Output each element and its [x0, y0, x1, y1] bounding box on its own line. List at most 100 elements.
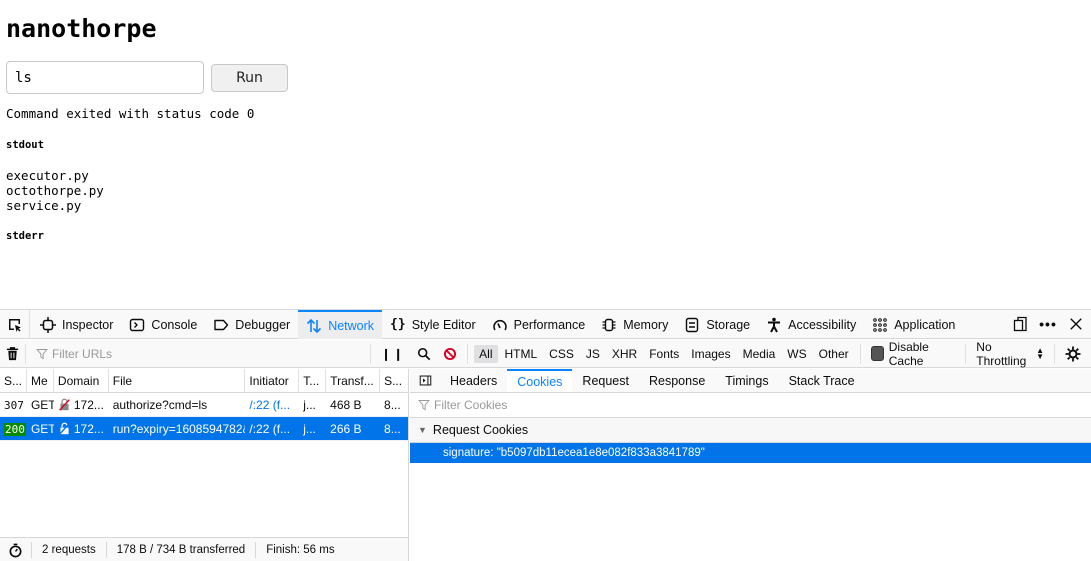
tab-label: Application: [894, 317, 956, 332]
stdout-label: stdout: [6, 139, 44, 151]
type-filter-css[interactable]: CSS: [544, 345, 579, 363]
clear-button[interactable]: [0, 343, 27, 364]
tab-inspector[interactable]: Inspector: [32, 310, 121, 339]
dock-side-button[interactable]: [1011, 315, 1029, 333]
type-filter-ws[interactable]: WS: [782, 345, 811, 363]
tab-timings[interactable]: Timings: [715, 369, 778, 392]
tab-label: Memory: [623, 317, 669, 332]
throttling-select[interactable]: No Throttling ▲ ▼: [966, 340, 1055, 368]
select-arrows-icon: ▲ ▼: [1036, 345, 1044, 361]
toggle-sidebar-button[interactable]: [410, 369, 440, 392]
request-row[interactable]: 307 GET 172... authorize?cmd=ls /:22 (f.…: [0, 393, 408, 417]
filter-icon: [36, 348, 48, 359]
request-cookies-section[interactable]: ▼ Request Cookies: [410, 418, 1091, 443]
type-filter-fonts[interactable]: Fonts: [644, 345, 684, 363]
devtools-tabbar: Inspector Console Debugger Network {} St…: [0, 310, 1091, 339]
tab-style-editor[interactable]: {} Style Editor: [382, 310, 484, 339]
type-filter-media[interactable]: Media: [738, 345, 781, 363]
tab-label: Storage: [706, 317, 751, 332]
tab-request[interactable]: Request: [572, 369, 639, 392]
disable-cache-checkbox[interactable]: Disable Cache: [861, 340, 967, 368]
performance-icon: [492, 319, 507, 330]
type-filter-xhr[interactable]: XHR: [607, 345, 642, 363]
tab-label: Inspector: [62, 317, 114, 332]
type-filter-images[interactable]: Images: [686, 345, 735, 363]
accessibility-icon: [768, 317, 781, 332]
status-code: 200: [4, 422, 26, 436]
tab-accessibility[interactable]: Accessibility: [758, 310, 864, 339]
dock-icon: [1013, 316, 1027, 332]
column-type[interactable]: T...: [299, 368, 327, 393]
column-file[interactable]: File: [109, 368, 246, 393]
memory-icon: [602, 318, 616, 331]
devtools-controls: •••: [1011, 310, 1091, 338]
performance-analysis-button[interactable]: [0, 542, 32, 558]
tab-console[interactable]: Console: [121, 310, 205, 339]
request-method: GET: [30, 421, 54, 436]
request-count: 2 requests: [32, 542, 107, 558]
finish-time: Finish: 56 ms: [266, 544, 335, 556]
run-button[interactable]: Run: [211, 64, 288, 92]
web-page: nanothorpe Run Command exited with statu…: [0, 0, 1091, 310]
request-domain: 172...: [73, 397, 104, 412]
tab-label: Style Editor: [411, 317, 476, 332]
tab-storage[interactable]: Storage: [676, 310, 758, 339]
settings-button[interactable]: [1055, 346, 1091, 362]
filter-urls-input[interactable]: [52, 346, 353, 361]
tab-network[interactable]: Network: [298, 310, 383, 339]
request-file: run?expiry=1608594782&c: [112, 421, 246, 436]
tab-application[interactable]: Application: [864, 310, 963, 339]
close-devtools-button[interactable]: [1067, 315, 1085, 333]
expand-triangle-icon: ▼: [418, 425, 427, 435]
request-row-selected[interactable]: 200 GET 172... run?expiry=1608594782&c /…: [0, 417, 408, 441]
tab-headers[interactable]: Headers: [440, 369, 507, 392]
section-title: Request Cookies: [432, 423, 529, 437]
request-file: authorize?cmd=ls: [112, 397, 208, 412]
type-filter-all[interactable]: All: [474, 344, 498, 363]
column-domain[interactable]: Domain: [54, 368, 109, 393]
tab-stack-trace[interactable]: Stack Trace: [779, 369, 865, 392]
request-initiator[interactable]: /:22 (f...: [245, 422, 299, 436]
type-filter-other[interactable]: Other: [814, 345, 854, 363]
inspector-icon: [40, 316, 56, 333]
details-tabs: Headers Cookies Request Response Timings…: [410, 369, 1091, 393]
tab-memory[interactable]: Memory: [593, 310, 676, 339]
request-initiator[interactable]: /:22 (f...: [245, 398, 299, 412]
element-picker-icon: [8, 318, 21, 332]
network-summary: 2 requests 178 B / 734 B transferred Fin…: [0, 537, 409, 561]
cookie-row[interactable]: signature: "b5097db11ecea1e8e082f833a384…: [410, 443, 1091, 463]
stdout-line: octothorpe.py: [6, 183, 104, 198]
request-method: GET: [30, 397, 54, 412]
tab-response[interactable]: Response: [639, 369, 715, 392]
tab-cookies[interactable]: Cookies: [507, 369, 573, 392]
tab-label: Debugger: [235, 317, 291, 332]
sidebar-toggle-icon: [419, 375, 431, 386]
checkbox-box[interactable]: [870, 346, 884, 361]
type-filter-html[interactable]: HTML: [500, 345, 543, 363]
pause-button[interactable]: ❙❙: [381, 347, 405, 361]
tab-debugger[interactable]: Debugger: [205, 310, 298, 339]
column-transferred[interactable]: Transf...: [326, 368, 381, 393]
filter-urls-field[interactable]: [26, 343, 372, 364]
column-method[interactable]: Me: [27, 368, 54, 393]
gear-icon: [1065, 346, 1081, 361]
element-picker-button[interactable]: [0, 310, 30, 339]
more-options-button[interactable]: •••: [1039, 315, 1057, 333]
throttling-value: No Throttling: [976, 339, 1027, 368]
stdout-output: executor.py octothorpe.py service.py: [6, 168, 104, 213]
column-initiator[interactable]: Initiator: [245, 368, 300, 393]
type-filter-js[interactable]: JS: [581, 345, 605, 363]
exit-status: Command exited with status code 0: [6, 106, 255, 121]
column-size[interactable]: S...: [380, 369, 408, 393]
tab-performance[interactable]: Performance: [484, 310, 594, 339]
block-icon[interactable]: [443, 347, 457, 361]
filter-cookies-field[interactable]: [410, 393, 1091, 418]
filter-cookies-input[interactable]: [434, 398, 834, 412]
request-transferred: 468 B: [330, 397, 362, 412]
column-status[interactable]: S...: [0, 368, 27, 393]
command-input[interactable]: [6, 61, 204, 94]
search-icon[interactable]: [417, 347, 431, 361]
request-domain: 172...: [73, 421, 104, 436]
tab-label: Accessibility: [788, 317, 857, 332]
insecure-lock-icon: [59, 422, 70, 435]
